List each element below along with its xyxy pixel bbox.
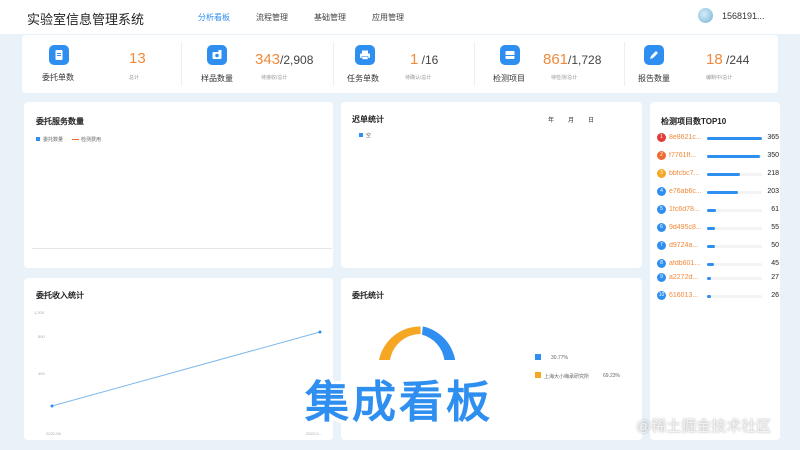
- legend-pct: 69.23%: [603, 373, 620, 379]
- legend-pct: 30.77%: [551, 355, 568, 361]
- overlay-banner: 集成看板: [305, 378, 493, 427]
- donut-slice-blue[interactable]: [422, 326, 456, 360]
- legend-swatch: [535, 372, 541, 378]
- watermark: @稀土掘金技术社区: [636, 418, 772, 435]
- legend-label: 上海大小嗨承研究所: [544, 374, 590, 380]
- legend-swatch: [535, 354, 541, 360]
- donut-slice-orange[interactable]: [379, 326, 421, 360]
